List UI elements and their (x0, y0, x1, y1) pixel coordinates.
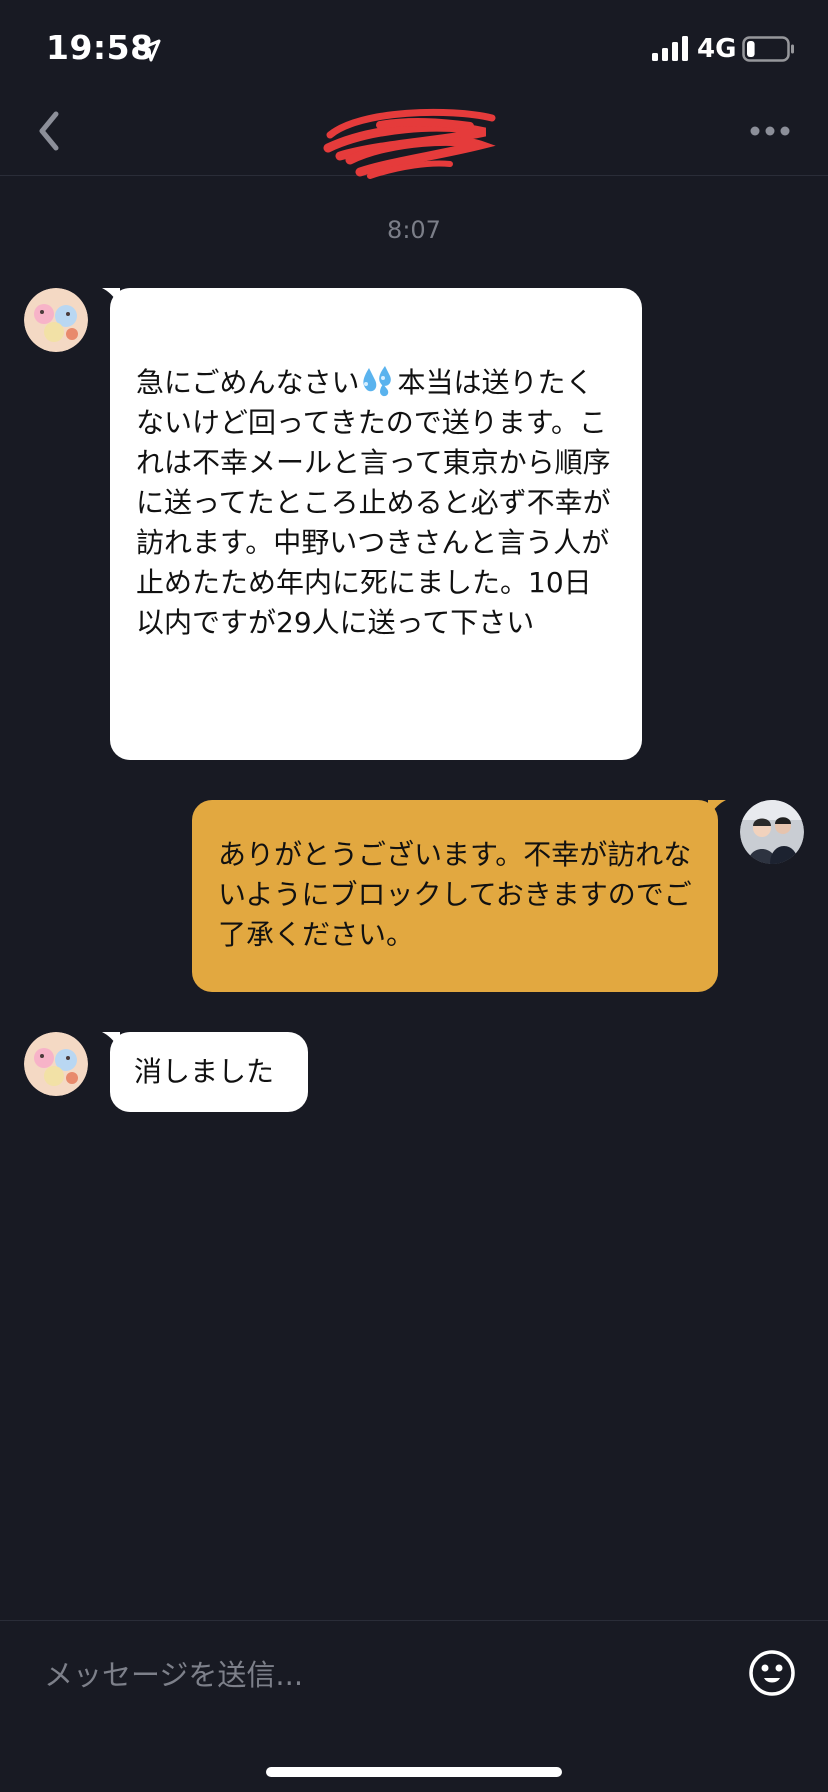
location-arrow-icon (138, 39, 161, 62)
network-type-label: 4G (697, 34, 737, 64)
message-input[interactable] (42, 1649, 686, 1701)
status-bar: 19:58 4G (0, 0, 828, 100)
user-avatar[interactable] (740, 800, 804, 864)
back-button[interactable] (30, 106, 70, 156)
more-options-button[interactable] (748, 116, 792, 146)
battery-icon (742, 36, 794, 62)
incoming-message-bubble[interactable]: 急にごめんなさい 本当は送りたくないけど回ってきたので送ります。これは不幸メールと… (110, 288, 642, 760)
chat-screen: 19:58 4G 8:07 急にごめんなさい 本当は送りたくないけど回ってきたの… (0, 0, 828, 1792)
message-timestamp: 8:07 (387, 216, 441, 244)
cellular-signal-icon (652, 36, 688, 61)
contact-avatar[interactable] (24, 288, 88, 352)
contact-avatar[interactable] (24, 1032, 88, 1096)
incoming-message-bubble[interactable]: 消しました (110, 1032, 308, 1112)
message-composer (0, 1620, 828, 1792)
home-indicator (266, 1767, 562, 1777)
contact-name-redacted (323, 108, 496, 179)
smiley-icon[interactable] (748, 1649, 796, 1697)
sweat-droplets-emoji (363, 366, 392, 397)
chat-header (0, 100, 828, 179)
message-text: 急にごめんなさい (136, 366, 360, 399)
outgoing-message-bubble[interactable]: ありがとうございます。不幸が訪れないようにブロックしておきますのでご了承ください… (192, 800, 718, 992)
battery-level-fill (747, 41, 755, 57)
message-text-continued: 本当は送りたくないけど回ってきたので送ります。これは不幸メールと言って東京から順… (136, 366, 611, 639)
